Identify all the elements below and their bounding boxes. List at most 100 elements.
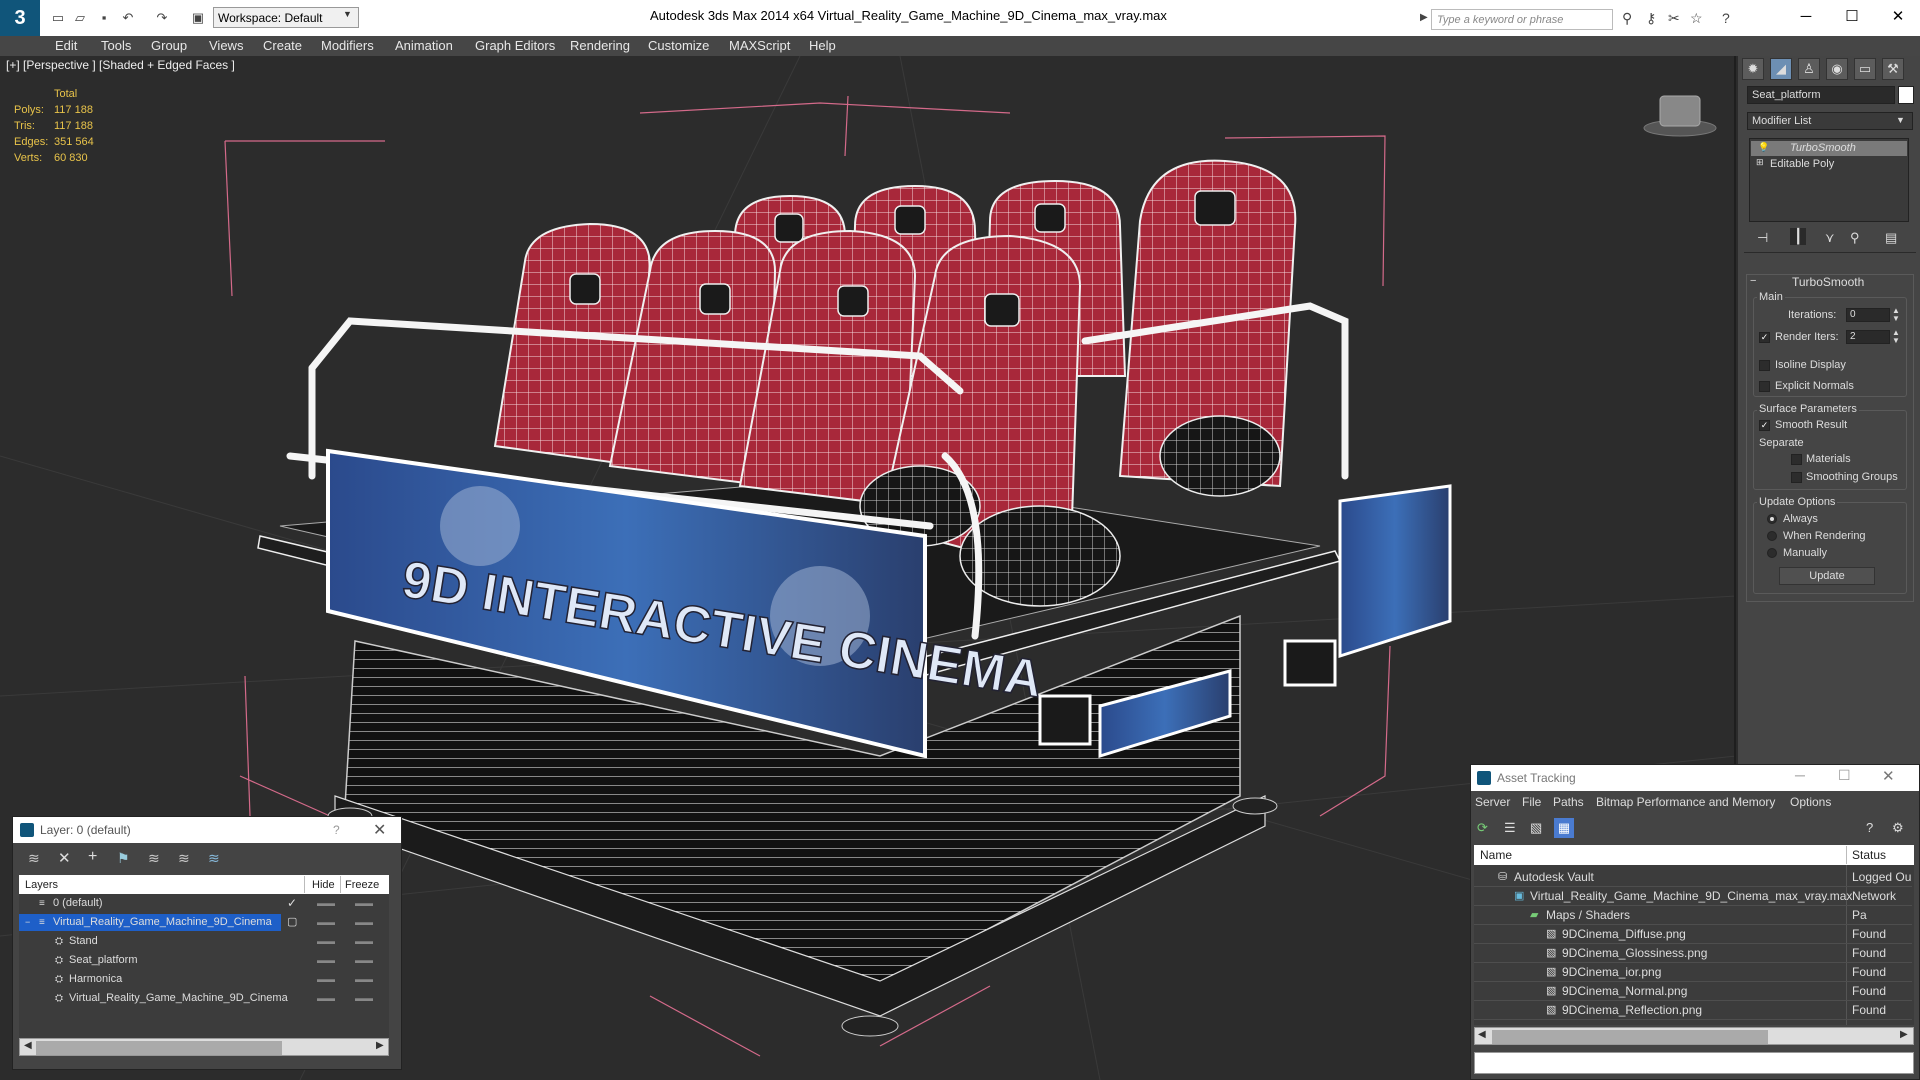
iterations-spinner[interactable]: 0 [1846,308,1890,322]
modifier-list-dropdown[interactable]: Modifier List [1747,112,1913,130]
viewport-label[interactable]: [+] [Perspective ] [Shaded + Edged Faces… [6,58,235,72]
highlight-layer-icon[interactable]: ≋ [148,850,160,867]
workspace-dropdown[interactable]: Workspace: Default [213,7,359,28]
menu-tools[interactable]: Tools [101,38,131,53]
menu-edit[interactable]: Edit [55,38,77,53]
refresh-icon[interactable]: ⟳ [1477,820,1488,836]
hide-toggle[interactable]: ▬▬ [317,989,335,1008]
menu-maxscript[interactable]: MAXScript [729,38,790,53]
freeze-toggle[interactable]: ▬▬ [355,970,373,989]
column-header[interactable]: Name [1480,848,1512,862]
always-radio[interactable] [1767,514,1777,524]
current-layer-toggle[interactable]: ▢ [287,913,297,932]
new-file-icon[interactable]: ▭ [50,10,66,25]
close-icon[interactable]: ✕ [1882,767,1895,785]
create-tab-icon[interactable]: ✹ [1742,58,1764,80]
layer-row[interactable]: ⛭ Virtual_Reality_Game_Machine_9D_Cinema… [19,989,389,1008]
menu-modifiers[interactable]: Modifiers [321,38,374,53]
layer-row[interactable]: ≡ 0 (default) ✓ ▬▬ ▬▬ [19,894,389,913]
asset-path-field[interactable] [1474,1052,1914,1074]
isoline-display-checkbox[interactable] [1759,360,1770,371]
help-icon[interactable]: ? [333,823,340,837]
menu-views[interactable]: Views [209,38,243,53]
explicit-normals-checkbox[interactable] [1759,381,1770,392]
hierarchy-tab-icon[interactable]: ♙ [1798,58,1820,80]
asset-row[interactable]: ▧ 9DCinema_Normal.png Found [1474,982,1912,1001]
freeze-toggle[interactable]: ▬▬ [355,989,373,1008]
remove-modifier-icon[interactable]: ⚲ [1850,230,1860,246]
scroll-right-icon[interactable]: ▶ [1900,1029,1908,1040]
delete-layer-icon[interactable]: ✕ [58,849,71,867]
hide-toggle[interactable]: ▬▬ [317,932,335,951]
scroll-right-icon[interactable]: ▶ [376,1040,384,1051]
show-end-result-icon[interactable]: ┃ [1790,228,1807,245]
layer-row[interactable]: ⛭ Harmonica ▬▬ ▬▬ [19,970,389,989]
object-color-swatch[interactable] [1898,86,1914,104]
hide-toggle[interactable]: ▬▬ [317,913,335,932]
scroll-thumb[interactable] [1492,1030,1768,1044]
asset-row[interactable]: ▰ Maps / Shaders [1474,906,1912,925]
column-header[interactable]: Layers [25,879,58,891]
hide-toggle[interactable]: ▬▬ [317,970,335,989]
vault-help-icon[interactable]: ⚙ [1892,820,1904,836]
smoothing-groups-checkbox[interactable] [1791,472,1802,483]
binoculars-icon[interactable]: ⚲ [1622,10,1632,27]
redo-icon[interactable]: ↷ [154,10,170,25]
asset-menu-server[interactable]: Server [1475,795,1510,809]
layer-row[interactable]: − ≡ Virtual_Reality_Game_Machine_9D_Cine… [19,913,389,932]
hide-toggle[interactable]: ▬▬ [317,894,335,913]
maximize-icon[interactable]: ☐ [1832,6,1872,30]
stack-item-label[interactable]: Editable Poly [1770,158,1834,170]
hide-all-layers-icon[interactable]: ≋ [178,850,190,867]
menu-rendering[interactable]: Rendering [570,38,630,53]
spinner-arrows-icon[interactable]: ▲ ▼ [1892,307,1900,323]
menu-customize[interactable]: Customize [648,38,709,53]
render-iters-spinner[interactable]: 2 [1846,330,1890,344]
freeze-toggle[interactable]: ▬▬ [355,913,373,932]
layer-row[interactable]: ⛭ Seat_platform ▬▬ ▬▬ [19,951,389,970]
asset-row[interactable]: ▣ Virtual_Reality_Game_Machine_9D_Cinema… [1474,887,1912,922]
close-icon[interactable]: ✕ [1878,6,1918,30]
column-header[interactable]: Hide [312,879,335,891]
asset-row[interactable]: ▧ 9DCinema_ior.png Found [1474,963,1912,982]
rollout-collapse-icon[interactable]: − [1750,275,1756,287]
smooth-result-checkbox[interactable]: ✓ [1759,420,1770,431]
freeze-toggle[interactable]: ▬▬ [355,894,373,913]
object-name-field[interactable]: Seat_platform [1747,86,1895,104]
menu-animation[interactable]: Animation [395,38,453,53]
when-rendering-radio[interactable] [1767,531,1777,541]
render-iters-checkbox[interactable]: ✓ [1759,332,1770,343]
materials-checkbox[interactable] [1791,454,1802,465]
expand-arrow-icon[interactable]: ▶ [1420,12,1428,23]
expand-icon[interactable]: − [25,913,30,932]
menu-help[interactable]: Help [809,38,836,53]
open-file-icon[interactable]: ▱ [72,10,88,25]
scroll-thumb[interactable] [36,1041,282,1055]
manually-radio[interactable] [1767,548,1777,558]
save-file-icon[interactable]: ▪ [96,10,112,25]
select-in-layer-icon[interactable]: ⚑ [117,850,130,867]
expand-plus-icon[interactable]: ⊞ [1756,157,1764,168]
favorites-star-icon[interactable]: ☆ [1690,10,1703,27]
hide-toggle[interactable]: ▬▬ [317,951,335,970]
close-icon[interactable]: ✕ [373,820,386,840]
lightbulb-icon[interactable]: 💡 [1758,142,1769,153]
scroll-left-icon[interactable]: ◀ [24,1040,32,1051]
search-input[interactable]: Type a keyword or phrase [1431,9,1613,30]
menu-create[interactable]: Create [263,38,302,53]
configure-sets-icon[interactable]: ▤ [1885,230,1897,246]
connect-icon[interactable]: ✂ [1668,10,1680,27]
asset-row[interactable]: ⛁ Autodesk Vault Logged Ou [1474,868,1912,887]
minimize-icon[interactable]: ─ [1786,6,1826,30]
pin-stack-icon[interactable]: ⊣ [1757,230,1768,246]
asset-row[interactable]: ▧ 9DCinema_Diffuse.png Found [1474,925,1912,944]
freeze-toggle[interactable]: ▬▬ [355,951,373,970]
asset-menu-paths[interactable]: Paths [1553,795,1584,809]
asset-menu-options[interactable]: Options [1790,795,1831,809]
asset-row[interactable]: ▧ 9DCinema_Glossiness.png Found [1474,944,1912,963]
undo-icon[interactable]: ↶ [120,10,136,25]
help-icon[interactable]: ? [1866,820,1873,835]
make-unique-icon[interactable]: ⋎ [1825,230,1835,246]
scroll-left-icon[interactable]: ◀ [1478,1029,1486,1040]
column-header[interactable]: Status [1852,848,1886,862]
